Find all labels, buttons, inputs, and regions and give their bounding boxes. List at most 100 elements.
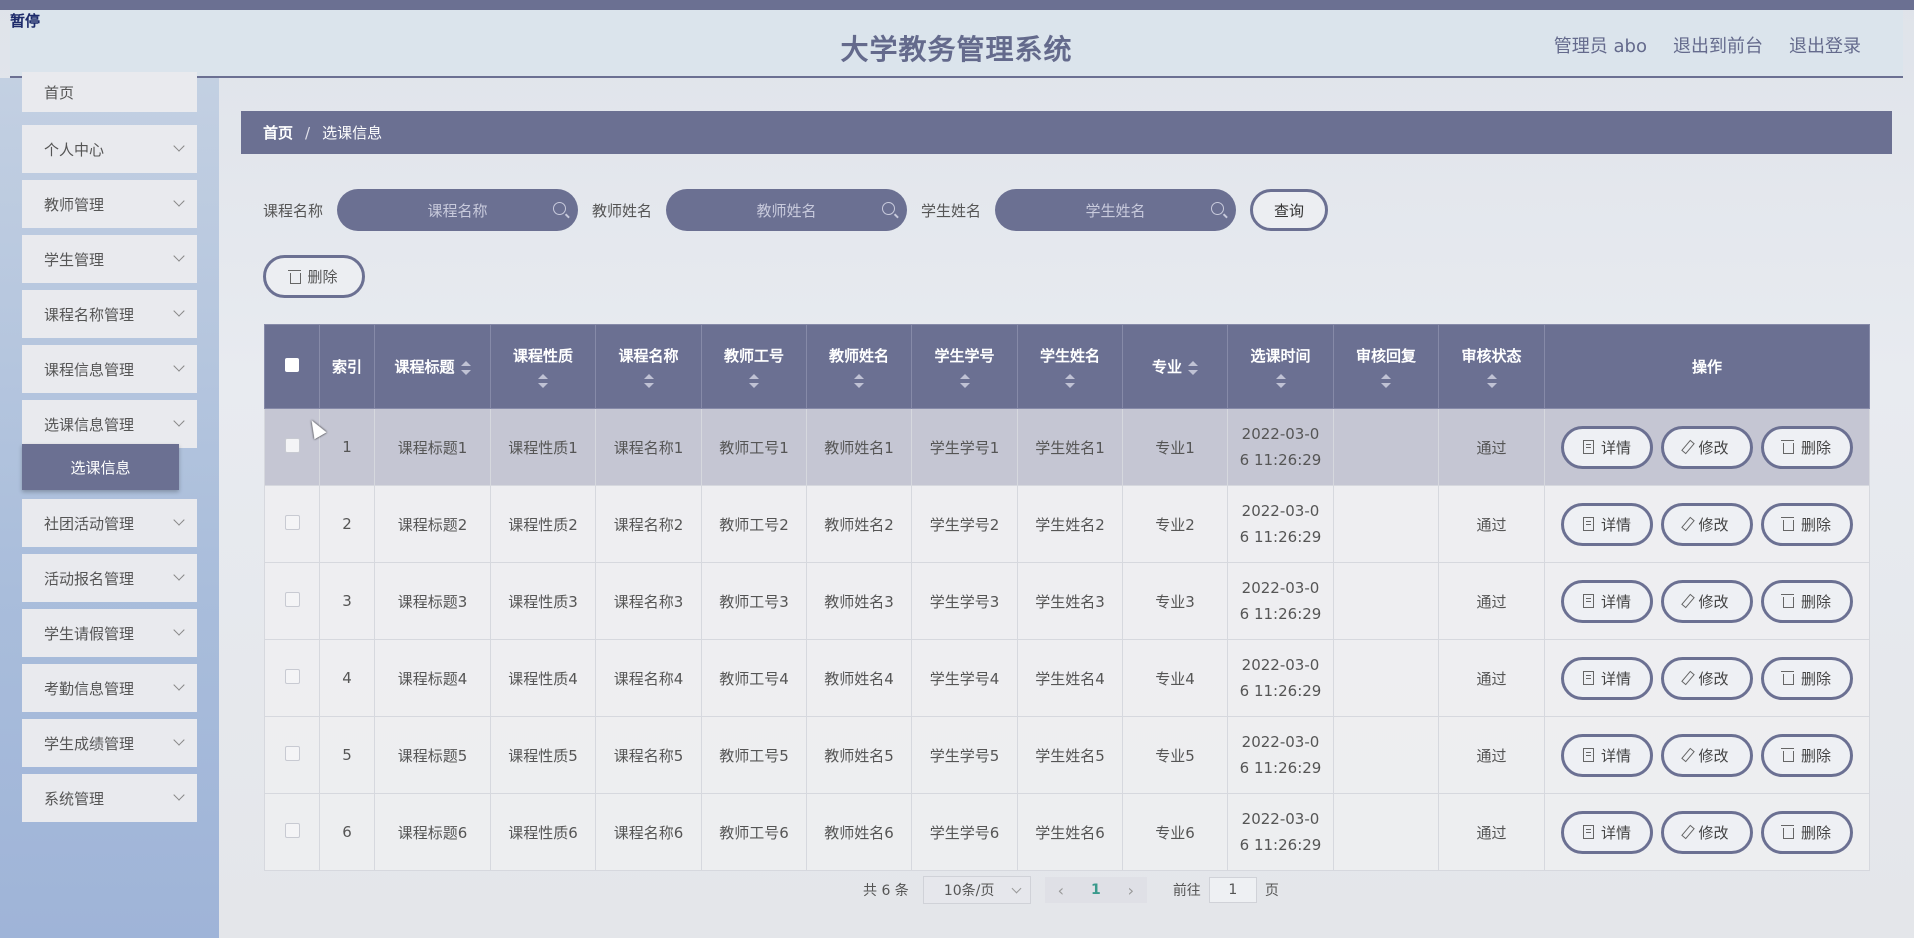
- current-page-button[interactable]: 1: [1076, 877, 1115, 903]
- delete-button[interactable]: 删除: [1761, 810, 1853, 854]
- goto-page-input[interactable]: 1: [1208, 877, 1257, 903]
- sidebar-item-grades-management[interactable]: 学生成绩管理: [22, 719, 197, 767]
- delete-label: 删除: [1800, 515, 1831, 534]
- actions-cell: 详情 修改 删除: [1544, 793, 1870, 871]
- sort-icon[interactable]: [1275, 374, 1286, 388]
- student-id-cell: 学生学号6: [911, 793, 1018, 871]
- column-header-teacher-id[interactable]: 教师工号: [701, 324, 807, 409]
- sort-icon[interactable]: [854, 374, 864, 388]
- row-select-cell: [264, 793, 320, 871]
- sort-icon[interactable]: [959, 374, 970, 388]
- column-header-student-id[interactable]: 学生学号: [911, 324, 1018, 409]
- pause-label[interactable]: 暂停: [10, 10, 40, 31]
- sort-icon[interactable]: [1381, 374, 1391, 388]
- delete-label: 删除: [1800, 746, 1831, 765]
- column-header-course-nature[interactable]: 课程性质: [490, 324, 596, 409]
- page-size-select[interactable]: 10条/页: [922, 876, 1031, 904]
- sidebar-item-course-selection-management[interactable]: 选课信息管理: [22, 400, 197, 448]
- selection-time-cell: 2022-03-0 6 11:26:29: [1227, 639, 1334, 717]
- sort-icon[interactable]: [1486, 374, 1497, 388]
- student-name-input[interactable]: 学生姓名: [995, 189, 1237, 231]
- selection-time-line: 6 11:26:29: [1239, 528, 1322, 546]
- sort-icon[interactable]: [1188, 360, 1198, 375]
- actions-cell: 详情 修改 删除: [1544, 562, 1870, 640]
- row-checkbox[interactable]: [284, 822, 300, 838]
- delete-button[interactable]: 删除: [1761, 425, 1853, 469]
- edit-button[interactable]: 修改: [1661, 425, 1753, 469]
- course-name-input[interactable]: 课程名称: [337, 189, 579, 231]
- next-page-button[interactable]: ›: [1114, 877, 1147, 903]
- breadcrumb-home[interactable]: 首页: [263, 122, 293, 143]
- sidebar-item-student-management[interactable]: 学生管理: [22, 235, 197, 283]
- teacher-id-cell: 教师工号4: [701, 639, 807, 717]
- column-header-review-reply[interactable]: 审核回复: [1333, 324, 1439, 409]
- prev-page-button[interactable]: ‹: [1044, 877, 1077, 903]
- query-button[interactable]: 查询: [1250, 189, 1329, 231]
- detail-button[interactable]: 详情: [1561, 579, 1653, 623]
- detail-button[interactable]: 详情: [1561, 502, 1653, 546]
- column-header-student-name[interactable]: 学生姓名: [1017, 324, 1123, 409]
- edit-button[interactable]: 修改: [1661, 810, 1753, 854]
- table-row[interactable]: 2 课程标题2 课程性质2 课程名称2 教师工号2 教师姓名2 学生学号2 学生姓名2 专业2 2…: [264, 485, 1870, 563]
- sidebar-item-system-management[interactable]: 系统管理: [22, 774, 197, 822]
- sidebar-item-student-leave-management[interactable]: 学生请假管理: [22, 609, 197, 657]
- sidebar-item-personal-center[interactable]: 个人中心: [22, 125, 197, 173]
- delete-button[interactable]: 删除: [1761, 733, 1853, 777]
- logout-link[interactable]: 退出登录: [1789, 32, 1861, 58]
- table-row[interactable]: 6 课程标题6 课程性质6 课程名称6 教师工号6 教师姓名6 学生学号6 学生姓名6 专业6 2…: [264, 793, 1870, 871]
- teacher-id-cell: 教师工号2: [701, 485, 807, 563]
- column-header-selection-time[interactable]: 选课时间: [1227, 324, 1334, 409]
- chevron-down-icon: [173, 140, 185, 152]
- batch-delete-button[interactable]: 删除: [263, 255, 365, 298]
- edit-button[interactable]: 修改: [1661, 502, 1753, 546]
- edit-button[interactable]: 修改: [1661, 656, 1753, 700]
- sidebar-item-home[interactable]: 首页: [22, 72, 197, 112]
- sidebar-item-teacher-management[interactable]: 教师管理: [22, 180, 197, 228]
- column-header-teacher-name[interactable]: 教师姓名: [806, 324, 912, 409]
- column-header-course-title[interactable]: 课程标题: [374, 324, 491, 409]
- delete-button[interactable]: 删除: [1761, 579, 1853, 623]
- edit-button[interactable]: 修改: [1661, 733, 1753, 777]
- table-row[interactable]: 3 课程标题3 课程性质3 课程名称3 教师工号3 教师姓名3 学生学号3 学生姓名3 专业3 2…: [264, 562, 1870, 640]
- sidebar-item-activity-signup-management[interactable]: 活动报名管理: [22, 554, 197, 602]
- sort-icon[interactable]: [643, 374, 654, 388]
- table-row[interactable]: 4 课程标题4 课程性质4 课程名称4 教师工号4 教师姓名4 学生学号4 学生姓名4 专业4 2…: [264, 639, 1870, 717]
- row-checkbox[interactable]: [284, 745, 300, 761]
- detail-button[interactable]: 详情: [1561, 810, 1653, 854]
- major-cell: 专业6: [1122, 793, 1228, 871]
- column-header-label: 学生学号: [934, 347, 995, 365]
- column-header-course-name[interactable]: 课程名称: [595, 324, 702, 409]
- student-name-placeholder: 学生姓名: [1085, 201, 1146, 220]
- sidebar-item-attendance-management[interactable]: 考勤信息管理: [22, 664, 197, 712]
- detail-button[interactable]: 详情: [1561, 733, 1653, 777]
- column-header-actions: 操作: [1544, 324, 1870, 409]
- exit-to-frontend-link[interactable]: 退出到前台: [1673, 32, 1763, 58]
- sidebar-item-club-activity-management[interactable]: 社团活动管理: [22, 499, 197, 547]
- select-all-checkbox[interactable]: [285, 357, 299, 372]
- sort-icon[interactable]: [538, 374, 548, 388]
- table-row[interactable]: 5 课程标题5 课程性质5 课程名称5 教师工号5 教师姓名5 学生学号5 学生姓名5 专业5 2…: [264, 716, 1870, 794]
- table-row[interactable]: 1 课程标题1 课程性质1 课程名称1 教师工号1 教师姓名1 学生学号1 学生姓名1 专业1 2…: [264, 408, 1870, 486]
- detail-button[interactable]: 详情: [1561, 425, 1653, 469]
- column-header-major[interactable]: 专业: [1122, 324, 1228, 409]
- delete-button[interactable]: 删除: [1761, 502, 1853, 546]
- admin-user-link[interactable]: 管理员 abo: [1554, 32, 1647, 58]
- column-header-review-status[interactable]: 审核状态: [1438, 324, 1545, 409]
- teacher-name-input[interactable]: 教师姓名: [666, 189, 908, 231]
- sidebar-item-course-info-management[interactable]: 课程信息管理: [22, 345, 197, 393]
- sort-icon[interactable]: [460, 360, 471, 375]
- detail-label: 详情: [1600, 669, 1631, 688]
- sort-icon[interactable]: [749, 374, 759, 388]
- sort-icon[interactable]: [1065, 374, 1075, 388]
- delete-label: 删除: [1800, 438, 1831, 457]
- row-checkbox[interactable]: [284, 668, 300, 684]
- detail-button[interactable]: 详情: [1561, 656, 1653, 700]
- edit-button[interactable]: 修改: [1661, 579, 1753, 623]
- sidebar-item-course-name-management[interactable]: 课程名称管理: [22, 290, 197, 338]
- delete-button[interactable]: 删除: [1761, 656, 1853, 700]
- row-checkbox[interactable]: [284, 591, 300, 607]
- row-checkbox[interactable]: [284, 514, 300, 530]
- student-name-label: 学生姓名: [921, 201, 982, 220]
- row-checkbox[interactable]: [284, 437, 300, 453]
- sidebar-subitem-course-selection[interactable]: 选课信息: [22, 444, 179, 490]
